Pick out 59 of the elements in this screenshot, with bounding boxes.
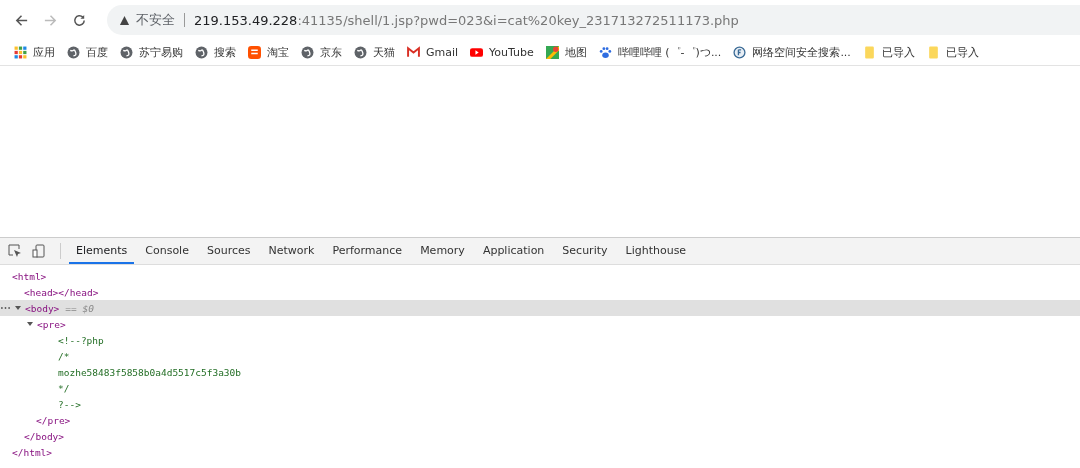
devtools-tab[interactable]: Network: [261, 238, 322, 264]
element-tag[interactable]: <html>: [12, 270, 47, 282]
bookmark-item[interactable]: 哔哩哔哩 (゜-゜)つ...: [598, 45, 722, 60]
devtools-tab[interactable]: Elements: [69, 238, 135, 264]
comment-line: */: [57, 382, 70, 394]
bookmark-item[interactable]: 京东: [301, 45, 342, 60]
globe-icon: [195, 46, 208, 59]
paw-icon: [598, 46, 612, 59]
security-label: 不安全: [136, 11, 175, 29]
mail-icon: [407, 46, 420, 59]
bookmark-item[interactable]: 已导入: [862, 45, 915, 60]
devtools-tab[interactable]: Console: [138, 238, 196, 264]
element-tag[interactable]: <body>: [25, 302, 60, 314]
comment-line: /*: [57, 350, 70, 362]
globe-icon: [120, 46, 133, 59]
bookmark-item[interactable]: 天猫: [354, 45, 395, 60]
bookmark-item[interactable]: 淘宝: [248, 45, 289, 60]
element-tag[interactable]: </pre>: [36, 414, 71, 426]
element-tag[interactable]: </html>: [12, 446, 53, 458]
globe-icon: [301, 46, 314, 59]
comment-line: ?-->: [57, 398, 81, 410]
url-text: 219.153.49.228:41135/shell/1.jsp?pwd=023&i=cat%20key_231713272511173.php: [194, 12, 739, 28]
map-icon: [545, 46, 559, 59]
devtools-tab[interactable]: Security: [555, 238, 615, 264]
device-toolbar-icon[interactable]: [32, 244, 46, 258]
bookmark-item[interactable]: 应用: [14, 45, 55, 60]
devtools-tab[interactable]: Application: [475, 238, 552, 264]
expand-arrow-icon[interactable]: [27, 321, 33, 327]
store-icon: [248, 46, 261, 59]
element-tag[interactable]: <pre>: [37, 318, 66, 330]
devtools-tab[interactable]: Memory: [413, 238, 472, 264]
bookmark-item[interactable]: 百度: [67, 45, 108, 60]
reload-icon[interactable]: [72, 12, 87, 28]
address-bar[interactable]: 不安全 219.153.49.228:41135/shell/1.jsp?pwd=023&i=cat%20key_231713272511173.php: [107, 5, 1080, 35]
bookmark-item[interactable]: 苏宁易购: [120, 45, 183, 60]
devtools-tab[interactable]: Lighthouse: [618, 238, 694, 264]
apps-grid-icon: [14, 46, 27, 59]
magnifier-icon: [733, 46, 747, 59]
bookmark-item[interactable]: 已导入: [926, 45, 979, 60]
play-icon: [470, 46, 484, 59]
bookmark-item[interactable]: 地图: [545, 45, 587, 60]
folder-icon: [926, 46, 940, 59]
globe-icon: [354, 46, 367, 59]
element-tag[interactable]: </body>: [24, 430, 65, 442]
bookmark-item[interactable]: YouTube: [470, 46, 534, 59]
comment-line: <!--?php: [57, 334, 104, 346]
warning-icon[interactable]: [119, 14, 130, 26]
expand-arrow-icon[interactable]: [15, 305, 21, 311]
inspect-icon[interactable]: [8, 244, 22, 258]
comment-line: mozhe58483f5858b0a4d5517c5f3a30b: [57, 366, 242, 378]
selected-marker: == $0: [65, 302, 94, 314]
folder-icon: [862, 46, 876, 59]
bookmark-item[interactable]: Gmail: [407, 46, 459, 59]
globe-icon: [67, 46, 80, 59]
devtools-tab[interactable]: Sources: [199, 238, 258, 264]
bookmark-item[interactable]: 网络空间安全搜索...: [733, 45, 851, 60]
element-tag[interactable]: <head></head>: [24, 286, 99, 298]
bookmark-item[interactable]: 搜索: [195, 45, 236, 60]
devtools-tab[interactable]: Performance: [325, 238, 410, 264]
